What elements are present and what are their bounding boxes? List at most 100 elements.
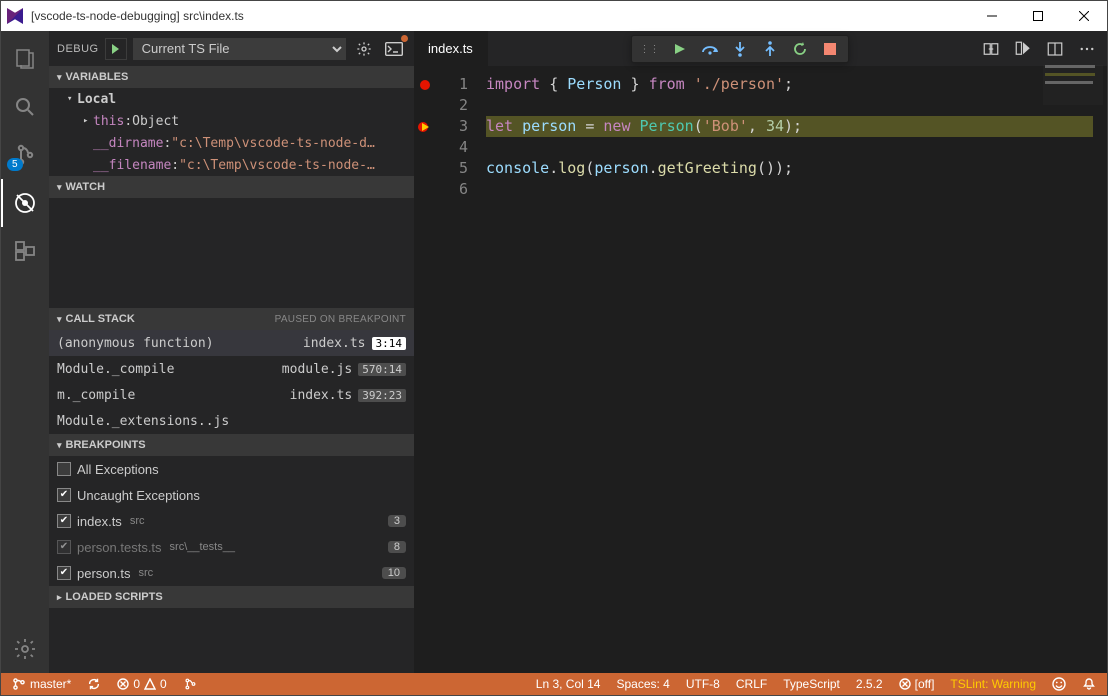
cursor-position-button[interactable]: Ln 3, Col 14 [533,673,604,695]
frame-file: module.js [282,362,352,377]
breakpoints-section: ▾ BREAKPOINTS All Exceptions Uncaught Ex… [49,434,414,586]
callstack-header[interactable]: ▾ CALL STACK PAUSED ON BREAKPOINT [49,308,414,330]
section-title: LOADED SCRIPTS [66,591,163,603]
frame-pos: 570:14 [358,363,406,376]
window-close-button[interactable] [1061,1,1107,31]
bp-path: src\__tests__ [170,541,235,553]
feedback-button[interactable] [1049,673,1069,695]
checkbox[interactable] [57,462,71,476]
collapse-icon: ▾ [57,440,62,451]
step-over-button[interactable] [696,37,724,61]
debug-config-select[interactable]: Current TS File [133,38,346,60]
bp-count: 10 [382,567,406,579]
prettier-button[interactable]: [off] [896,673,938,695]
tslint-button[interactable]: TSLint: Warning [947,673,1039,695]
stack-frame[interactable]: Module._compile module.js 570:14 [49,356,414,382]
variable-row[interactable]: ▸ this: Object [49,110,414,132]
stop-button[interactable] [816,37,844,61]
minimap[interactable] [1043,65,1103,105]
collapse-icon: ▾ [67,94,77,104]
breakpoints-header[interactable]: ▾ BREAKPOINTS [49,434,414,456]
language-mode-button[interactable]: TypeScript [780,673,843,695]
search-activity-button[interactable] [1,83,49,131]
frame-file: index.ts [290,388,353,403]
compare-changes-button[interactable] [977,35,1005,63]
var-value: "c:\Temp\vscode-ts-node-… [179,158,375,173]
window-maximize-button[interactable] [1015,1,1061,31]
checkbox[interactable] [57,514,71,528]
open-changes-button[interactable] [1009,35,1037,63]
loaded-scripts-section: ▸ LOADED SCRIPTS [49,586,414,608]
section-title: VARIABLES [66,71,129,83]
settings-activity-button[interactable] [1,625,49,673]
checkbox[interactable] [57,540,71,554]
current-breakpoint-icon[interactable] [418,120,432,134]
step-out-button[interactable] [756,37,784,61]
step-into-button[interactable] [726,37,754,61]
more-actions-button[interactable] [1073,35,1101,63]
ts-version-button[interactable]: 2.5.2 [853,673,886,695]
editor-tab[interactable]: index.ts [414,31,488,66]
stack-frame[interactable]: (anonymous function) index.ts 3:14 [49,330,414,356]
callstack-status: PAUSED ON BREAKPOINT [275,314,406,325]
variable-row[interactable]: __dirname: "c:\Temp\vscode-ts-node-d… [49,132,414,154]
watch-body[interactable] [49,198,414,308]
editor-body[interactable]: 1 2 3 4 5 6 import { Person } from './pe… [414,66,1107,673]
var-name: __filename [93,158,171,173]
debug-settings-button[interactable] [352,37,376,61]
eol-button[interactable]: CRLF [733,673,770,695]
var-value: "c:\Temp\vscode-ts-node-d… [171,136,375,151]
explorer-activity-button[interactable] [1,35,49,83]
breakpoint-row[interactable]: All Exceptions [49,456,414,482]
variable-row[interactable]: __filename: "c:\Temp\vscode-ts-node-… [49,154,414,176]
window-title: [vscode-ts-node-debugging] src\index.ts [31,9,969,23]
bp-label: All Exceptions [77,462,159,477]
frame-fn: m._compile [57,388,290,403]
notifications-button[interactable] [1079,673,1099,695]
checkbox[interactable] [57,488,71,502]
continue-button[interactable] [666,37,694,61]
stack-frame[interactable]: m._compile index.ts 392:23 [49,382,414,408]
scope-local[interactable]: ▾ Local [49,88,414,110]
stack-frame[interactable]: Module._extensions..js [49,408,414,434]
window-minimize-button[interactable] [969,1,1015,31]
gutter[interactable]: 1 2 3 4 5 6 [414,66,486,673]
debug-console-button[interactable] [382,37,406,61]
debug-status-button[interactable] [180,673,200,695]
code-area[interactable]: import { Person } from './person'; let p… [486,66,1093,673]
bp-label: person.tests.ts [77,540,162,555]
debug-toolbar[interactable]: ⋮⋮ [631,35,849,63]
debug-activity-button[interactable] [1,179,49,227]
scm-activity-button[interactable]: 5 [1,131,49,179]
indentation-button[interactable]: Spaces: 4 [613,673,672,695]
breakpoint-row[interactable]: person.ts src 10 [49,560,414,586]
watch-header[interactable]: ▾ WATCH [49,176,414,198]
scm-badge: 5 [7,158,23,171]
restart-button[interactable] [786,37,814,61]
branch-label: master* [30,677,71,691]
debug-header: DEBUG Current TS File [49,31,414,66]
drag-handle-icon[interactable]: ⋮⋮ [636,44,664,55]
breakpoint-row[interactable]: Uncaught Exceptions [49,482,414,508]
checkbox[interactable] [57,566,71,580]
sync-button[interactable] [84,673,104,695]
variables-section: ▾ VARIABLES ▾ Local ▸ this: Object __dir… [49,66,414,176]
extensions-activity-button[interactable] [1,227,49,275]
play-icon [112,44,119,54]
bp-label: Uncaught Exceptions [77,488,200,503]
scope-label: Local [77,92,116,107]
problems-button[interactable]: 0 0 [114,673,169,695]
variables-header[interactable]: ▾ VARIABLES [49,66,414,88]
collapse-icon: ▾ [57,314,62,325]
loaded-scripts-header[interactable]: ▸ LOADED SCRIPTS [49,586,414,608]
vs-logo-icon [7,8,23,24]
split-editor-button[interactable] [1041,35,1069,63]
breakpoint-row[interactable]: person.tests.ts src\__tests__ 8 [49,534,414,560]
watch-section: ▾ WATCH [49,176,414,308]
encoding-button[interactable]: UTF-8 [683,673,723,695]
breakpoint-row[interactable]: index.ts src 3 [49,508,414,534]
breakpoint-icon[interactable] [420,80,430,90]
bp-path: src [130,515,145,527]
start-debug-button[interactable] [105,38,127,60]
git-branch-button[interactable]: master* [9,673,74,695]
